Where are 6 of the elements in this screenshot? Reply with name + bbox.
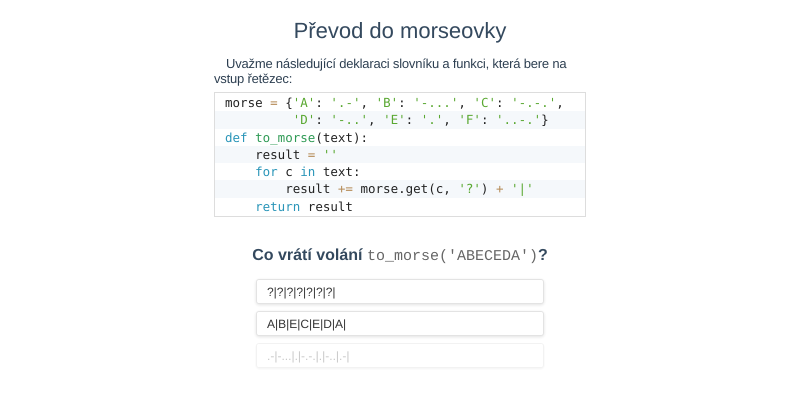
code-block: morse = {'A': '.-', 'B': '-...', 'C': '-.-.', 'D': '-..', 'E': '.', 'F': '..-.'} def to_morse(text): result = '' for c in text: result += morse.get(c, '?') + '|' return result (214, 92, 586, 218)
answer-option[interactable]: ?|?|?|?|?|?|?| (256, 279, 544, 304)
question-text: Co vrátí volání to_morse('ABECEDA')? (252, 247, 548, 266)
answer-option[interactable]: A|B|E|C|E|D|A| (256, 311, 544, 336)
intro-text: Uvažme následující deklaraci slovníku a funkci, která bere na vstup řetězec: (214, 56, 568, 86)
page-title: Převod do morseovky (294, 18, 506, 44)
